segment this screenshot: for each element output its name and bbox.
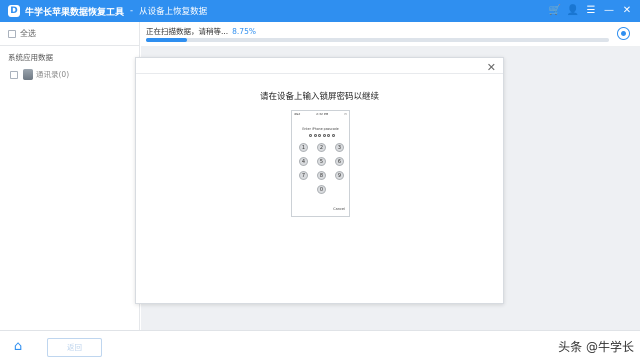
home-icon: ⌂ [13, 339, 23, 354]
keypad-key: 2 [317, 143, 326, 152]
dialog-message: 请在设备上输入锁屏密码以继续 [259, 92, 379, 102]
keypad-key: 9 [335, 171, 344, 180]
title-bar: D 牛学长苹果数据恢复工具 - 从设备上恢复数据 🛒 👤 ☰ — ✕ [0, 0, 640, 22]
scan-status-text: 正在扫描数据，请稍等... 8.75% [146, 26, 256, 37]
menu-icon[interactable]: ☰ [584, 4, 598, 18]
scan-status: 正在扫描数据，请稍等... 8.75% [141, 22, 640, 47]
home-button[interactable]: ⌂ [0, 331, 36, 362]
keypad-key: 7 [299, 171, 308, 180]
pin-dot [313, 134, 317, 137]
back-button[interactable]: 返回 [47, 338, 102, 357]
pin-dot [322, 134, 326, 137]
select-all-checkbox[interactable] [8, 29, 16, 38]
cart-icon[interactable]: 🛒 [548, 4, 562, 18]
keypad-key: 3 [335, 143, 344, 152]
watermark: 头条 @牛学长 [558, 340, 634, 354]
sidebar: 全选 系统应用数据 通讯录(0) [0, 22, 140, 330]
app-logo: D [8, 5, 20, 17]
pin-dots [309, 134, 336, 137]
phone-carrier: iPad [294, 112, 301, 116]
keypad-key: 8 [317, 171, 326, 180]
progress-fill [146, 38, 187, 42]
sidebar-divider [0, 45, 139, 46]
app-subtitle: 从设备上恢复数据 [139, 7, 208, 17]
pin-dot [331, 134, 335, 137]
phone-status-bar: iPad 2:32 PM ▭ [294, 112, 347, 116]
dialog-divider [136, 73, 503, 74]
title-separator: - [130, 6, 134, 16]
contacts-icon [23, 69, 33, 80]
sidebar-item-label: 通讯录(0) [36, 70, 70, 79]
phone-cancel: Cancel [333, 207, 345, 211]
title-icons: 🛒 👤 ☰ — ✕ [544, 4, 634, 18]
progress-bar [146, 38, 609, 42]
stop-scan-button[interactable] [617, 27, 630, 40]
keypad-key: 4 [299, 157, 308, 166]
pin-dot [318, 134, 321, 137]
keypad-key: 6 [335, 157, 344, 166]
select-all[interactable]: 全选 [8, 28, 36, 39]
contacts-checkbox[interactable] [10, 70, 18, 79]
section-title: 系统应用数据 [8, 53, 53, 62]
close-icon[interactable]: ✕ [620, 4, 634, 18]
scan-percent: 8.75% [232, 27, 256, 36]
pin-dot [327, 134, 330, 137]
keypad-key: 0 [317, 185, 326, 194]
keypad-key: 1 [299, 143, 308, 152]
select-all-label: 全选 [20, 29, 36, 38]
scan-status-label: 正在扫描数据，请稍等... [146, 27, 229, 36]
passcode-prompt: Enter iPhone passcode [302, 127, 339, 131]
pin-dot [309, 134, 312, 137]
footer: ⌂ 返回 头条 @牛学长 [0, 330, 640, 361]
sidebar-item-contacts[interactable]: 通讯录(0) [10, 69, 69, 80]
battery-icon: ▭ [344, 112, 347, 116]
app-title: 牛学长苹果数据恢复工具 [25, 7, 125, 18]
phone-illustration: iPad 2:32 PM ▭ Enter iPhone passcode 1 2… [291, 110, 350, 217]
user-icon[interactable]: 👤 [566, 4, 580, 18]
passcode-dialog: ✕ 请在设备上输入锁屏密码以继续 iPad 2:32 PM ▭ Enter iP… [135, 57, 504, 304]
minimize-icon[interactable]: — [602, 4, 616, 18]
keypad-key: 5 [317, 157, 326, 166]
phone-time: 2:32 PM [316, 112, 329, 116]
